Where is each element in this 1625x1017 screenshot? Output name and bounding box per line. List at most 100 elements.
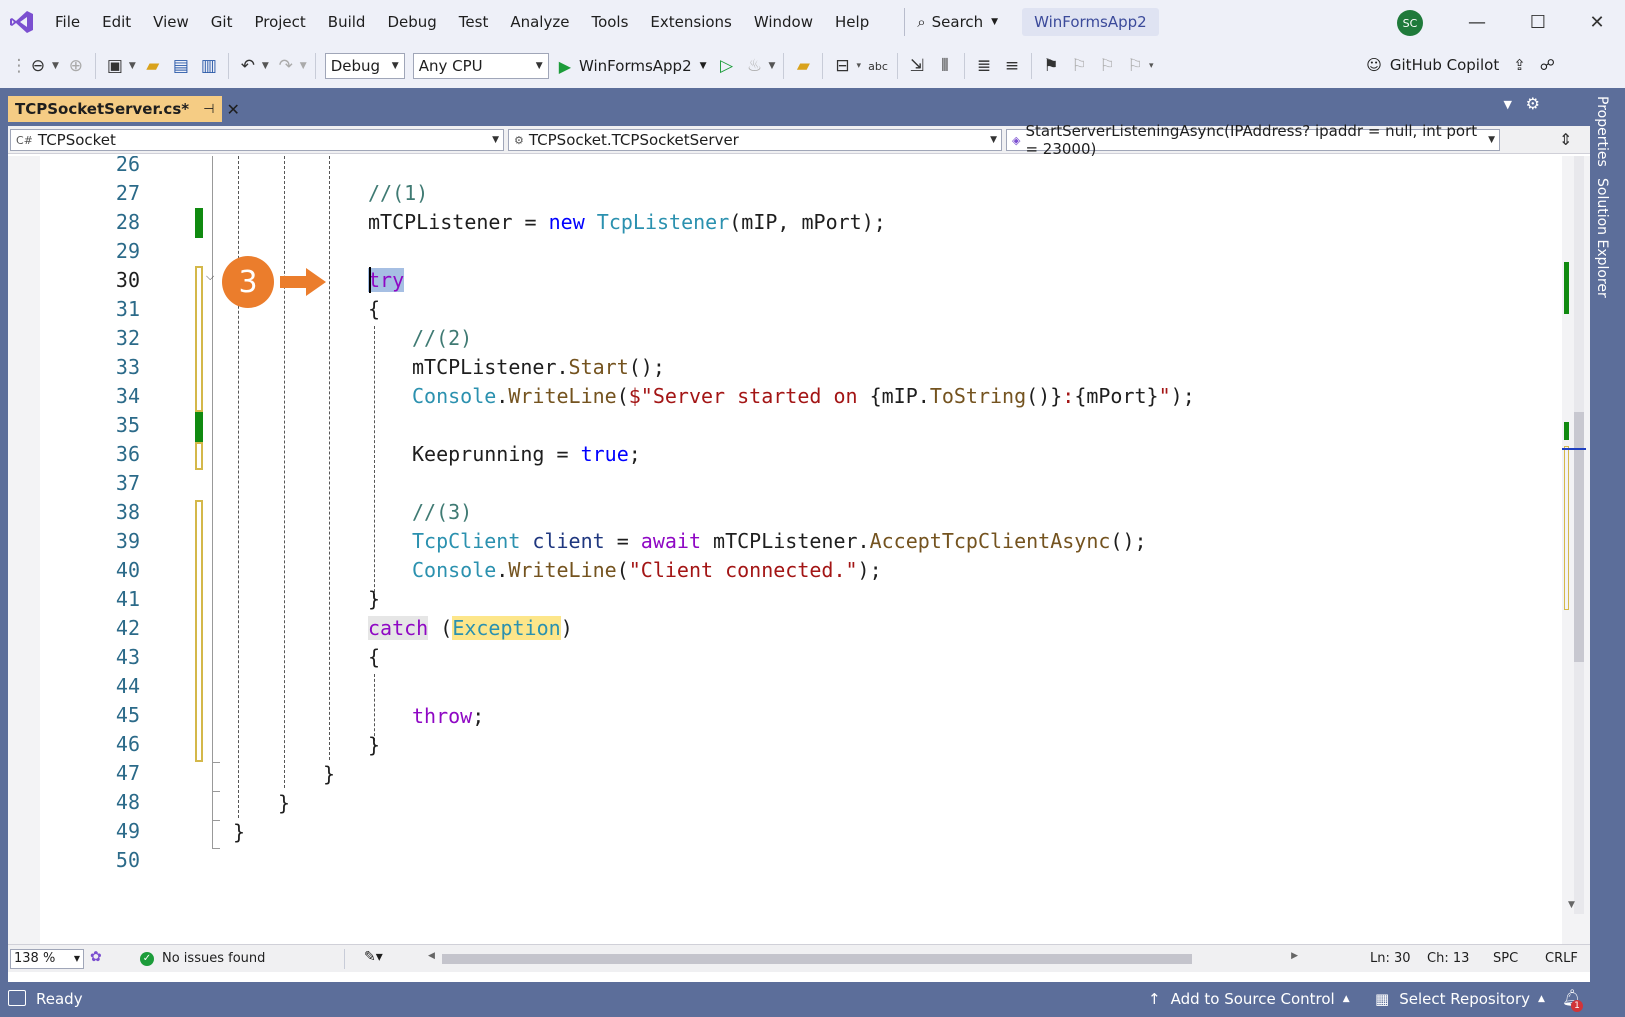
menu-item-analyze[interactable]: Analyze <box>499 0 580 44</box>
previous-bookmark-icon[interactable]: ⚐ <box>1066 53 1092 79</box>
tab-solution-explorer[interactable]: Solution Explorer <box>1594 178 1610 298</box>
line-ending-indicator[interactable]: CRLF <box>1545 951 1578 966</box>
line-number: 39 <box>115 529 140 553</box>
tab-overflow-icon[interactable]: ▼ <box>1504 98 1512 111</box>
class-icon: ⚙ <box>514 133 524 147</box>
toolbar-overflow-icon[interactable]: ▾ <box>1149 61 1154 71</box>
toolbar-separator <box>783 53 785 79</box>
menu-item-build[interactable]: Build <box>317 0 377 44</box>
glyph-margin[interactable] <box>8 156 40 944</box>
zoom-dropdown[interactable]: 138 % ▼ <box>10 949 84 969</box>
next-bookmark-icon[interactable]: ⚐ <box>1094 53 1120 79</box>
line-number: 34 <box>115 384 140 408</box>
menu-item-file[interactable]: File <box>44 0 91 44</box>
chevron-down-icon[interactable]: ▼ <box>300 61 307 71</box>
notification-count-badge: 1 <box>1571 1000 1583 1012</box>
issues-indicator[interactable]: ✓ No issues found <box>140 951 265 966</box>
menu-item-git[interactable]: Git <box>200 0 244 44</box>
chevron-down-icon[interactable]: ▼ <box>129 61 136 71</box>
horizontal-scrollbar[interactable]: ◀ ▶ <box>428 951 1298 964</box>
menu-item-debug[interactable]: Debug <box>376 0 447 44</box>
menu-item-view[interactable]: View <box>142 0 200 44</box>
status-bar: Ready ↑ Add to Source Control ▲ ▦ Select… <box>0 982 1625 1017</box>
split-editor-icon[interactable]: ⇕ <box>1559 130 1572 149</box>
step-icon[interactable]: ⇲ <box>904 53 930 79</box>
add-to-source-control-button[interactable]: ↑ Add to Source Control ▲ <box>1148 990 1350 1008</box>
new-project-icon[interactable]: ▣ <box>102 53 128 79</box>
code-cleanup-icon[interactable]: ✎▾ <box>364 949 383 965</box>
hot-reload-icon[interactable]: ♨ <box>742 53 768 79</box>
scrollbar-thumb[interactable] <box>442 954 1192 964</box>
spell-check-icon[interactable]: abc <box>865 53 891 79</box>
menu-item-extensions[interactable]: Extensions <box>639 0 742 44</box>
save-icon[interactable]: ▤ <box>168 53 194 79</box>
minimize-button[interactable]: — <box>1449 0 1505 44</box>
column-indicator[interactable]: Ch: 13 <box>1427 951 1469 966</box>
menu-item-project[interactable]: Project <box>243 0 316 44</box>
clear-bookmarks-icon[interactable]: ⚐ <box>1122 53 1148 79</box>
scroll-down-icon[interactable]: ▼ <box>1568 900 1575 910</box>
chevron-up-icon: ▲ <box>1538 994 1545 1004</box>
open-folder-icon[interactable]: ▰ <box>140 53 166 79</box>
solution-name-badge[interactable]: WinFormsApp2 <box>1022 8 1159 36</box>
close-icon[interactable]: ✕ <box>226 100 239 119</box>
indent-icon[interactable]: ≣ <box>971 53 997 79</box>
scroll-caret-marker <box>1562 448 1586 450</box>
github-copilot-button[interactable]: ☺ GitHub Copilot ⇪ ☍ <box>1366 56 1555 74</box>
vertical-scrollbar[interactable]: ▼ <box>1562 156 1590 944</box>
chevron-down-icon: ▼ <box>391 61 399 71</box>
code-line: //(2) <box>412 326 473 350</box>
platform-dropdown[interactable]: Any CPU ▼ <box>412 53 549 79</box>
outdent-icon[interactable]: ≡ <box>999 53 1025 79</box>
menu-item-help[interactable]: Help <box>824 0 880 44</box>
chevron-down-icon: ▼ <box>1488 135 1495 145</box>
share-icon[interactable]: ⇪ <box>1513 56 1526 74</box>
code-line: //(3) <box>412 500 473 524</box>
scroll-left-icon[interactable]: ◀ <box>428 951 435 961</box>
chevron-down-icon[interactable]: ▼ <box>769 61 776 71</box>
whitespace-indicator[interactable]: SPC <box>1493 951 1518 966</box>
configuration-dropdown[interactable]: Debug ▼ <box>324 53 405 79</box>
outline-tick <box>212 820 220 821</box>
save-all-icon[interactable]: ▥ <box>196 53 222 79</box>
menu-item-tools[interactable]: Tools <box>580 0 639 44</box>
visual-studio-logo-icon[interactable] <box>0 0 44 44</box>
select-repository-button[interactable]: ▦ Select Repository ▲ <box>1375 990 1545 1008</box>
arrow-right-icon <box>280 268 326 296</box>
compare-icon[interactable]: ⫴ <box>932 53 958 79</box>
chevron-down-icon[interactable]: ▼ <box>262 61 269 71</box>
close-window-button[interactable]: ✕ <box>1569 0 1625 44</box>
line-indicator[interactable]: Ln: 30 <box>1370 951 1411 966</box>
tab-properties[interactable]: Properties <box>1594 96 1610 167</box>
chevron-down-icon[interactable]: ▾ <box>856 61 861 71</box>
undo-icon[interactable]: ↶ <box>235 53 261 79</box>
gear-icon[interactable]: ⚙ <box>1526 94 1540 113</box>
menu-item-test[interactable]: Test <box>448 0 500 44</box>
menu-item-window[interactable]: Window <box>743 0 824 44</box>
type-dropdown[interactable]: ⚙ TCPSocket.TCPSocketServer ▼ <box>508 129 1002 151</box>
scroll-change-marker <box>1564 422 1569 440</box>
member-dropdown[interactable]: ◈ StartServerListeningAsync(IPAddress? i… <box>1006 122 1500 158</box>
code-text-area[interactable]: 26 27 28 29 30 31 32 33 34 35 36 37 38 39 40 41 42 43 44 45… <box>8 156 1562 944</box>
layout-icon[interactable]: ⊟ <box>829 53 855 79</box>
menu-item-edit[interactable]: Edit <box>91 0 142 44</box>
collapse-chevron-icon[interactable]: ⌵ <box>206 270 214 284</box>
chevron-down-icon[interactable]: ▼ <box>52 61 59 71</box>
redo-icon[interactable]: ↷ <box>273 53 299 79</box>
scroll-right-icon[interactable]: ▶ <box>1291 951 1298 961</box>
pin-icon[interactable]: ⊣ <box>203 102 214 117</box>
navigate-forward-icon[interactable]: ⊕ <box>63 53 89 79</box>
start-debugging-button[interactable]: ▶ WinFormsApp2 ▼ <box>559 57 707 76</box>
output-message-icon[interactable] <box>8 990 26 1006</box>
tab-tcpsocketserver[interactable]: TCPSocketServer.cs* ⊣ ✕ <box>8 96 240 122</box>
feedback-icon[interactable]: ☍ <box>1540 56 1555 74</box>
account-avatar[interactable]: SC <box>1397 10 1423 36</box>
navigate-back-icon[interactable]: ⊖ <box>25 53 51 79</box>
search-box[interactable]: ⌕ Search ▼ <box>894 7 1008 37</box>
start-without-debugging-icon[interactable]: ▷ <box>714 53 740 79</box>
project-dropdown[interactable]: C# TCPSocket ▼ <box>10 129 504 151</box>
maximize-button[interactable]: ☐ <box>1510 0 1566 44</box>
browse-folder-icon[interactable]: ▰ <box>790 53 816 79</box>
bookmark-icon[interactable]: ⚑ <box>1038 53 1064 79</box>
intellicode-icon[interactable]: ✿ <box>90 949 102 965</box>
